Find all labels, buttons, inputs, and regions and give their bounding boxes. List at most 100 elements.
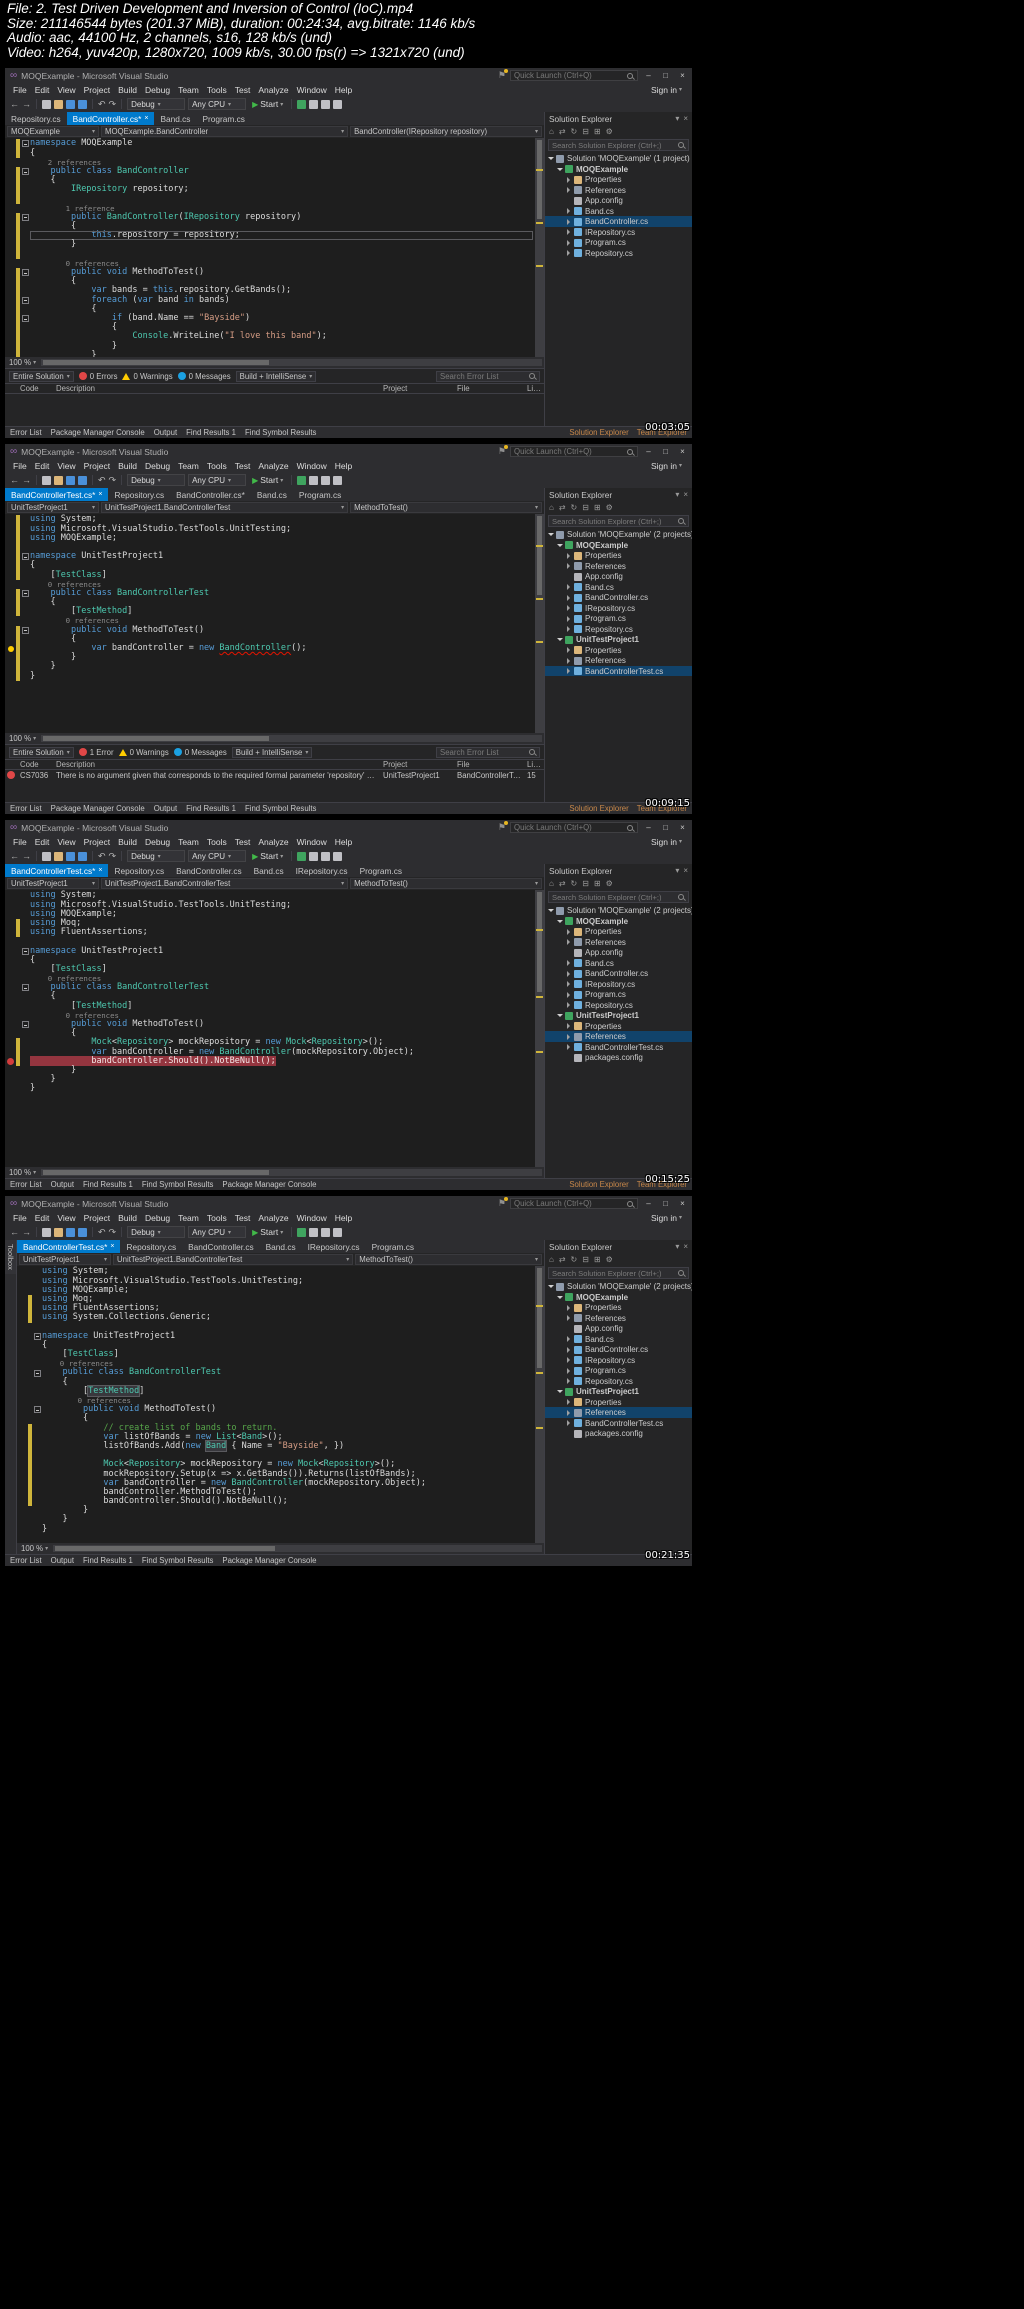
tree-item-properties[interactable]: Properties	[545, 174, 692, 185]
configuration-dropdown[interactable]: Debug ▾	[127, 474, 186, 487]
close-tab-icon[interactable]: ×	[144, 115, 148, 122]
minimize-button[interactable]: –	[642, 823, 655, 832]
code-line[interactable]: public void MethodToTest()	[17, 1405, 535, 1414]
panel-tab-output[interactable]: Output	[51, 1180, 74, 1189]
quick-launch-search[interactable]: Quick Launch (Ctrl+Q)	[510, 446, 638, 458]
menu-help[interactable]: Help	[331, 837, 356, 847]
sign-in-button[interactable]: Sign in ▾	[651, 1213, 688, 1223]
menu-build[interactable]: Build	[114, 85, 141, 95]
code-line[interactable]: public class BandController	[5, 166, 535, 177]
breakpoint-margin[interactable]	[17, 1470, 28, 1479]
tree-item-packages-config[interactable]: packages.config	[545, 1052, 692, 1063]
zoom-control[interactable]: 100 % ▾	[19, 1544, 50, 1553]
chevron-down-icon[interactable]	[556, 1388, 564, 1396]
tab-bandcontrollertest-cs[interactable]: BandControllerTest.cs* ×	[5, 864, 109, 878]
code-line[interactable]: }	[5, 1065, 535, 1075]
breakpoint-margin[interactable]	[17, 1488, 28, 1497]
chevron-right-icon[interactable]	[565, 1314, 573, 1322]
breakpoint-margin[interactable]	[5, 296, 16, 305]
breakpoint-margin[interactable]	[5, 342, 16, 351]
switch-views-icon[interactable]: ⇄	[559, 879, 566, 888]
sign-in-button[interactable]: Sign in ▾	[651, 85, 688, 95]
panel-tab-find-results-1[interactable]: Find Results 1	[186, 428, 236, 437]
breakpoint-margin[interactable]	[5, 332, 16, 341]
open-file-icon[interactable]	[54, 475, 63, 485]
errors-filter-button[interactable]: 1 Error	[78, 748, 114, 757]
column-project[interactable]: Project	[380, 384, 454, 393]
code-line[interactable]: IRepository repository;	[5, 185, 535, 195]
tree-item-solution-moqexample-2-projects[interactable]: Solution 'MOQExample' (2 projects)	[545, 1281, 692, 1292]
breakpoint-margin[interactable]	[5, 956, 16, 965]
menu-view[interactable]: View	[53, 461, 79, 471]
open-file-icon[interactable]	[54, 851, 63, 861]
chevron-down-icon[interactable]	[556, 1012, 564, 1020]
save-icon[interactable]	[66, 99, 75, 109]
breakpoint-margin[interactable]	[17, 1341, 28, 1350]
vertical-scrollbar[interactable]	[535, 514, 544, 734]
menu-window[interactable]: Window	[293, 837, 331, 847]
code-line[interactable]: {	[5, 148, 535, 158]
column-description[interactable]: Description	[53, 760, 380, 769]
chevron-right-icon[interactable]	[565, 657, 573, 665]
breakpoint-icon[interactable]	[7, 1057, 14, 1065]
home-icon[interactable]: ⌂	[549, 879, 554, 888]
undo-icon[interactable]: ↶	[98, 1227, 106, 1238]
zoom-control[interactable]: 100 % ▾	[7, 734, 38, 743]
collapse-region-icon[interactable]	[21, 1021, 29, 1029]
menu-analyze[interactable]: Analyze	[254, 85, 292, 95]
tree-item-unittestproject1[interactable]: UnitTestProject1	[545, 1386, 692, 1397]
menu-project[interactable]: Project	[80, 461, 114, 471]
step-over-icon[interactable]	[309, 99, 319, 109]
breakpoint-margin[interactable]	[5, 1066, 16, 1075]
collapse-region-icon[interactable]	[21, 315, 29, 323]
chevron-down-icon[interactable]	[547, 1283, 555, 1291]
tree-item-packages-config[interactable]: packages.config	[545, 1428, 692, 1439]
tab-bandcontroller-cs[interactable]: BandController.cs	[170, 864, 248, 877]
start-debug-button[interactable]: ▶ Start ▾	[249, 475, 286, 485]
breakpoint-margin[interactable]	[5, 910, 16, 919]
code-line[interactable]: bandController.Should().NotBeNull();	[5, 1055, 535, 1066]
panel-tab-find-symbol-results[interactable]: Find Symbol Results	[142, 1180, 214, 1189]
collapse-region-icon[interactable]	[21, 589, 29, 597]
breakpoint-margin[interactable]	[5, 213, 16, 222]
column-description[interactable]: Description	[53, 384, 380, 393]
chevron-down-icon[interactable]: ▾	[675, 490, 679, 499]
panel-tab-error-list[interactable]: Error List	[10, 804, 42, 813]
menu-test[interactable]: Test	[231, 1213, 255, 1223]
nav-forward-icon[interactable]: →	[22, 1227, 31, 1237]
breakpoint-margin[interactable]	[17, 1396, 28, 1405]
member-dropdown[interactable]: MethodToTest() ▾	[355, 1254, 542, 1266]
refresh-icon[interactable]: ↻	[571, 503, 578, 512]
refresh-icon[interactable]: ↻	[571, 879, 578, 888]
collapse-region-icon[interactable]	[21, 269, 29, 277]
project-dropdown[interactable]: UnitTestProject1 ▾	[7, 502, 99, 514]
horizontal-scrollbar[interactable]	[41, 1169, 542, 1177]
save-icon[interactable]	[66, 475, 75, 485]
menu-debug[interactable]: Debug	[141, 85, 174, 95]
chevron-right-icon[interactable]	[565, 176, 573, 184]
properties-icon[interactable]: ⚙	[606, 879, 613, 888]
breakpoint-margin[interactable]	[5, 158, 16, 167]
show-all-files-icon[interactable]: ⊞	[594, 127, 601, 136]
tree-item-irepository-cs[interactable]: IRepository.cs	[545, 1355, 692, 1366]
breakpoint-margin[interactable]	[5, 662, 16, 671]
menu-file[interactable]: File	[9, 837, 31, 847]
chevron-right-icon[interactable]	[565, 249, 573, 257]
code-line[interactable]: }	[17, 1515, 535, 1524]
maximize-button[interactable]: □	[659, 71, 672, 80]
panel-tab-solution-explorer[interactable]: Solution Explorer	[569, 804, 628, 813]
breakpoint-margin[interactable]	[5, 222, 16, 231]
tree-item-bandcontroller-cs[interactable]: BandController.cs	[545, 216, 692, 227]
refresh-icon[interactable]: ↻	[571, 127, 578, 136]
code-line[interactable]: [TestClass]	[17, 1349, 535, 1359]
tab-band-cs[interactable]: Band.cs	[248, 864, 290, 877]
chevron-down-icon[interactable]	[556, 1293, 564, 1301]
code-line[interactable]: namespace UnitTestProject1	[17, 1331, 535, 1341]
breakpoint-margin[interactable]	[5, 1048, 16, 1057]
menu-tools[interactable]: Tools	[203, 1213, 231, 1223]
breakpoint-margin[interactable]	[5, 937, 16, 946]
breakpoint-margin[interactable]	[5, 286, 16, 295]
chevron-right-icon[interactable]	[565, 1346, 573, 1354]
panel-tab-package-manager-console[interactable]: Package Manager Console	[222, 1180, 316, 1189]
chevron-right-icon[interactable]	[565, 1022, 573, 1030]
